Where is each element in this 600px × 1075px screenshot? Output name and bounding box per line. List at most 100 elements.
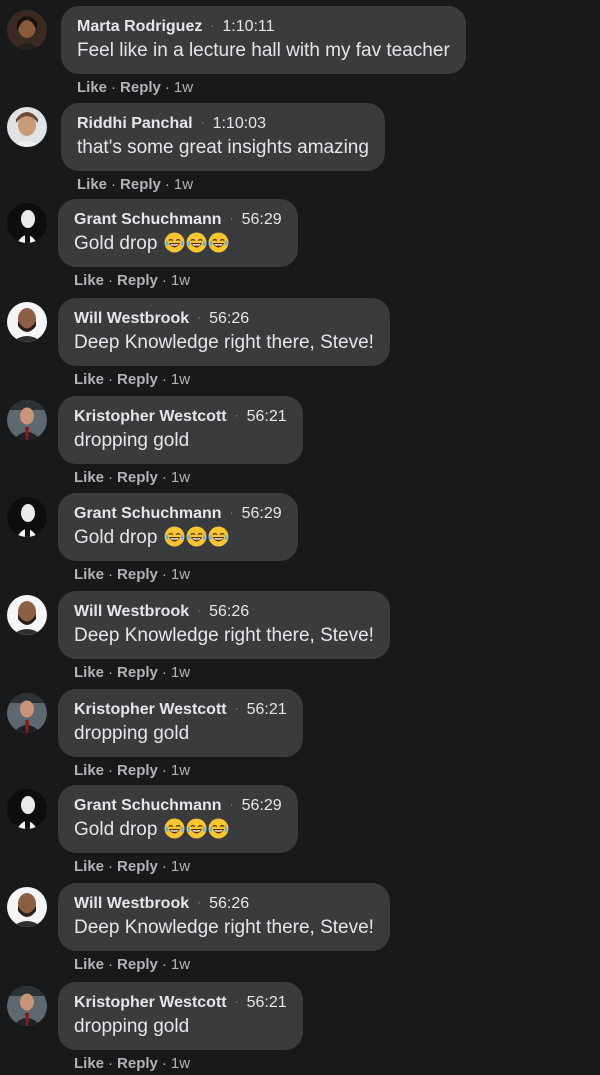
- comment-actions: Like · Reply · 1w: [74, 762, 190, 779]
- comment-age[interactable]: 1w: [174, 79, 193, 96]
- commenter-name[interactable]: Marta Rodriguez: [77, 18, 202, 35]
- comment-text: dropping gold: [74, 1016, 190, 1037]
- reply-link[interactable]: Reply: [117, 762, 158, 779]
- like-link[interactable]: Like: [74, 469, 104, 486]
- separator-dot: ·: [108, 371, 114, 388]
- separator-dot: ·: [108, 469, 114, 486]
- comment-item: Grant Schuchmann · 56:29 Gold drop Like · Rep…: [0, 493, 600, 585]
- commenter-name[interactable]: Kristopher Westcott: [74, 994, 227, 1011]
- separator-dot: ·: [161, 272, 167, 289]
- reply-link[interactable]: Reply: [117, 272, 158, 289]
- comment-text: dropping gold: [74, 723, 190, 744]
- reply-link[interactable]: Reply: [117, 469, 158, 486]
- reply-link[interactable]: Reply: [117, 956, 158, 973]
- commenter-name[interactable]: Will Westbrook: [74, 895, 189, 912]
- commenter-name[interactable]: Grant Schuchmann: [74, 505, 222, 522]
- video-timestamp-link[interactable]: 1:10:11: [222, 18, 274, 35]
- reply-link[interactable]: Reply: [120, 79, 161, 96]
- commenter-name[interactable]: Grant Schuchmann: [74, 797, 222, 814]
- comment-age[interactable]: 1w: [171, 956, 190, 973]
- reply-link[interactable]: Reply: [117, 566, 158, 583]
- comment-bubble: Riddhi Panchal · 1:10:03 that's some great …: [61, 103, 385, 171]
- commenter-name[interactable]: Kristopher Westcott: [74, 408, 227, 425]
- video-timestamp-link[interactable]: 56:29: [242, 505, 282, 522]
- video-timestamp-link[interactable]: 56:26: [209, 895, 249, 912]
- comment-actions: Like · Reply · 1w: [74, 272, 190, 289]
- commenter-name[interactable]: Will Westbrook: [74, 603, 189, 620]
- tears-of-joy-emoji-icon: [186, 526, 207, 547]
- comment-actions: Like · Reply · 1w: [74, 469, 190, 486]
- reply-link[interactable]: Reply: [117, 1055, 158, 1072]
- like-link[interactable]: Like: [74, 664, 104, 681]
- video-timestamp-link[interactable]: 56:21: [247, 701, 287, 718]
- comment-actions: Like · Reply · 1w: [74, 371, 190, 388]
- video-timestamp-link[interactable]: 1:10:03: [213, 115, 266, 132]
- avatar[interactable]: [7, 789, 47, 829]
- avatar[interactable]: [7, 595, 47, 635]
- comment-bubble: Kristopher Westcott · 56:21 dropping gold: [58, 982, 303, 1050]
- comment-actions: Like · Reply · 1w: [74, 858, 190, 875]
- video-timestamp-link[interactable]: 56:21: [247, 408, 287, 425]
- like-link[interactable]: Like: [77, 79, 107, 96]
- commenter-name[interactable]: Kristopher Westcott: [74, 701, 227, 718]
- avatar[interactable]: [7, 693, 47, 733]
- comment-actions: Like · Reply · 1w: [77, 79, 193, 96]
- like-link[interactable]: Like: [74, 371, 104, 388]
- comment-age[interactable]: 1w: [171, 469, 190, 486]
- separator-dot: ·: [197, 310, 202, 324]
- separator-dot: ·: [210, 18, 215, 32]
- like-link[interactable]: Like: [74, 566, 104, 583]
- avatar[interactable]: [7, 107, 47, 147]
- commenter-name[interactable]: Grant Schuchmann: [74, 211, 222, 228]
- comment-age[interactable]: 1w: [171, 566, 190, 583]
- video-timestamp-link[interactable]: 56:29: [242, 211, 282, 228]
- separator-dot: ·: [200, 115, 205, 129]
- tears-of-joy-emoji-icon: [208, 232, 229, 253]
- like-link[interactable]: Like: [74, 272, 104, 289]
- tears-of-joy-emoji-icon: [208, 818, 229, 839]
- comment-item: Will Westbrook · 56:26 Deep Knowledge right…: [0, 883, 600, 975]
- video-timestamp-link[interactable]: 56:21: [247, 994, 287, 1011]
- comment-age[interactable]: 1w: [171, 664, 190, 681]
- commenter-name[interactable]: Riddhi Panchal: [77, 115, 193, 132]
- comment-age[interactable]: 1w: [174, 176, 193, 193]
- comment-age[interactable]: 1w: [171, 1055, 190, 1072]
- like-link[interactable]: Like: [77, 176, 107, 193]
- comment-bubble: Grant Schuchmann · 56:29 Gold drop: [58, 785, 298, 853]
- separator-dot: ·: [108, 566, 114, 583]
- like-link[interactable]: Like: [74, 1055, 104, 1072]
- avatar[interactable]: [7, 497, 47, 537]
- commenter-name[interactable]: Will Westbrook: [74, 310, 189, 327]
- comment-age[interactable]: 1w: [171, 762, 190, 779]
- avatar[interactable]: [7, 302, 47, 342]
- comment-bubble: Grant Schuchmann · 56:29 Gold drop: [58, 199, 298, 267]
- video-timestamp-link[interactable]: 56:29: [242, 797, 282, 814]
- like-link[interactable]: Like: [74, 858, 104, 875]
- comment-age[interactable]: 1w: [171, 371, 190, 388]
- reply-link[interactable]: Reply: [120, 176, 161, 193]
- reply-link[interactable]: Reply: [117, 371, 158, 388]
- avatar[interactable]: [7, 887, 47, 927]
- like-link[interactable]: Like: [74, 956, 104, 973]
- comment-bubble: Will Westbrook · 56:26 Deep Knowledge right…: [58, 591, 390, 659]
- separator-dot: ·: [161, 858, 167, 875]
- separator-dot: ·: [161, 1055, 167, 1072]
- tears-of-joy-emoji-icon: [164, 818, 185, 839]
- comment-age[interactable]: 1w: [171, 272, 190, 289]
- reply-link[interactable]: Reply: [117, 664, 158, 681]
- video-timestamp-link[interactable]: 56:26: [209, 603, 249, 620]
- like-link[interactable]: Like: [74, 762, 104, 779]
- comment-age[interactable]: 1w: [171, 858, 190, 875]
- avatar[interactable]: [7, 203, 47, 243]
- video-timestamp-link[interactable]: 56:26: [209, 310, 249, 327]
- avatar[interactable]: [7, 400, 47, 440]
- separator-dot: ·: [234, 701, 239, 715]
- reply-link[interactable]: Reply: [117, 858, 158, 875]
- separator-dot: ·: [108, 858, 114, 875]
- avatar[interactable]: [7, 986, 47, 1026]
- avatar[interactable]: [7, 10, 47, 50]
- separator-dot: ·: [229, 211, 234, 225]
- comment-text-row: that's some great insights amazing: [77, 135, 369, 161]
- separator-dot: ·: [108, 762, 114, 779]
- comment-item: Riddhi Panchal · 1:10:03 that's some great …: [0, 103, 600, 195]
